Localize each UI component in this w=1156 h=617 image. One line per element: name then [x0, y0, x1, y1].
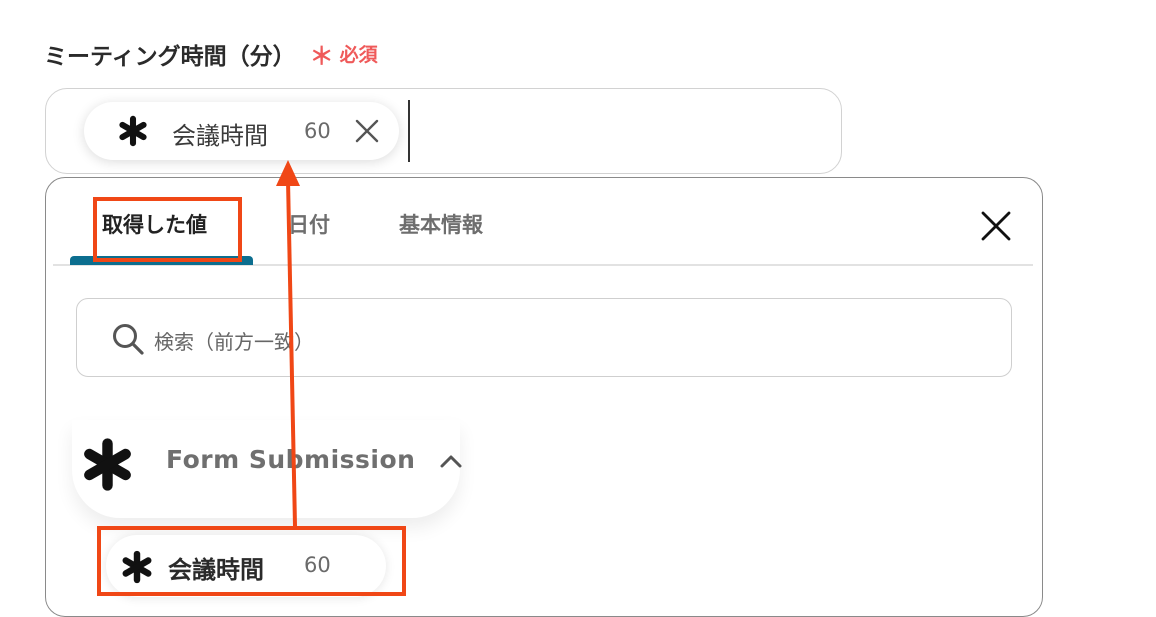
- field-label-text: ミーティング時間（分）: [44, 43, 296, 70]
- selected-value-chip[interactable]: 会議時間 60: [84, 102, 399, 160]
- search-placeholder: 検索（前方一致）: [154, 330, 314, 354]
- group-title: Form Submission: [166, 445, 416, 474]
- chip-label: 会議時間: [172, 122, 268, 150]
- text-caret: [408, 100, 410, 162]
- highlight-box-tab: [93, 197, 242, 262]
- search-icon: [113, 324, 144, 355]
- required-label: 必須: [339, 44, 378, 66]
- chevron-up-icon[interactable]: [438, 450, 464, 472]
- field-label: ミーティング時間（分） ＊ 必須: [44, 36, 378, 71]
- tab-basic-info[interactable]: 基本情報: [399, 209, 483, 239]
- highlight-box-item: [97, 526, 406, 596]
- tab-date[interactable]: 日付: [288, 209, 330, 239]
- asterisk-icon: [84, 438, 131, 491]
- required-asterisk: ＊: [309, 42, 334, 70]
- close-icon[interactable]: [980, 210, 1012, 242]
- close-icon[interactable]: [354, 118, 380, 144]
- asterisk-icon: [119, 115, 147, 147]
- chip-value: 60: [304, 119, 331, 143]
